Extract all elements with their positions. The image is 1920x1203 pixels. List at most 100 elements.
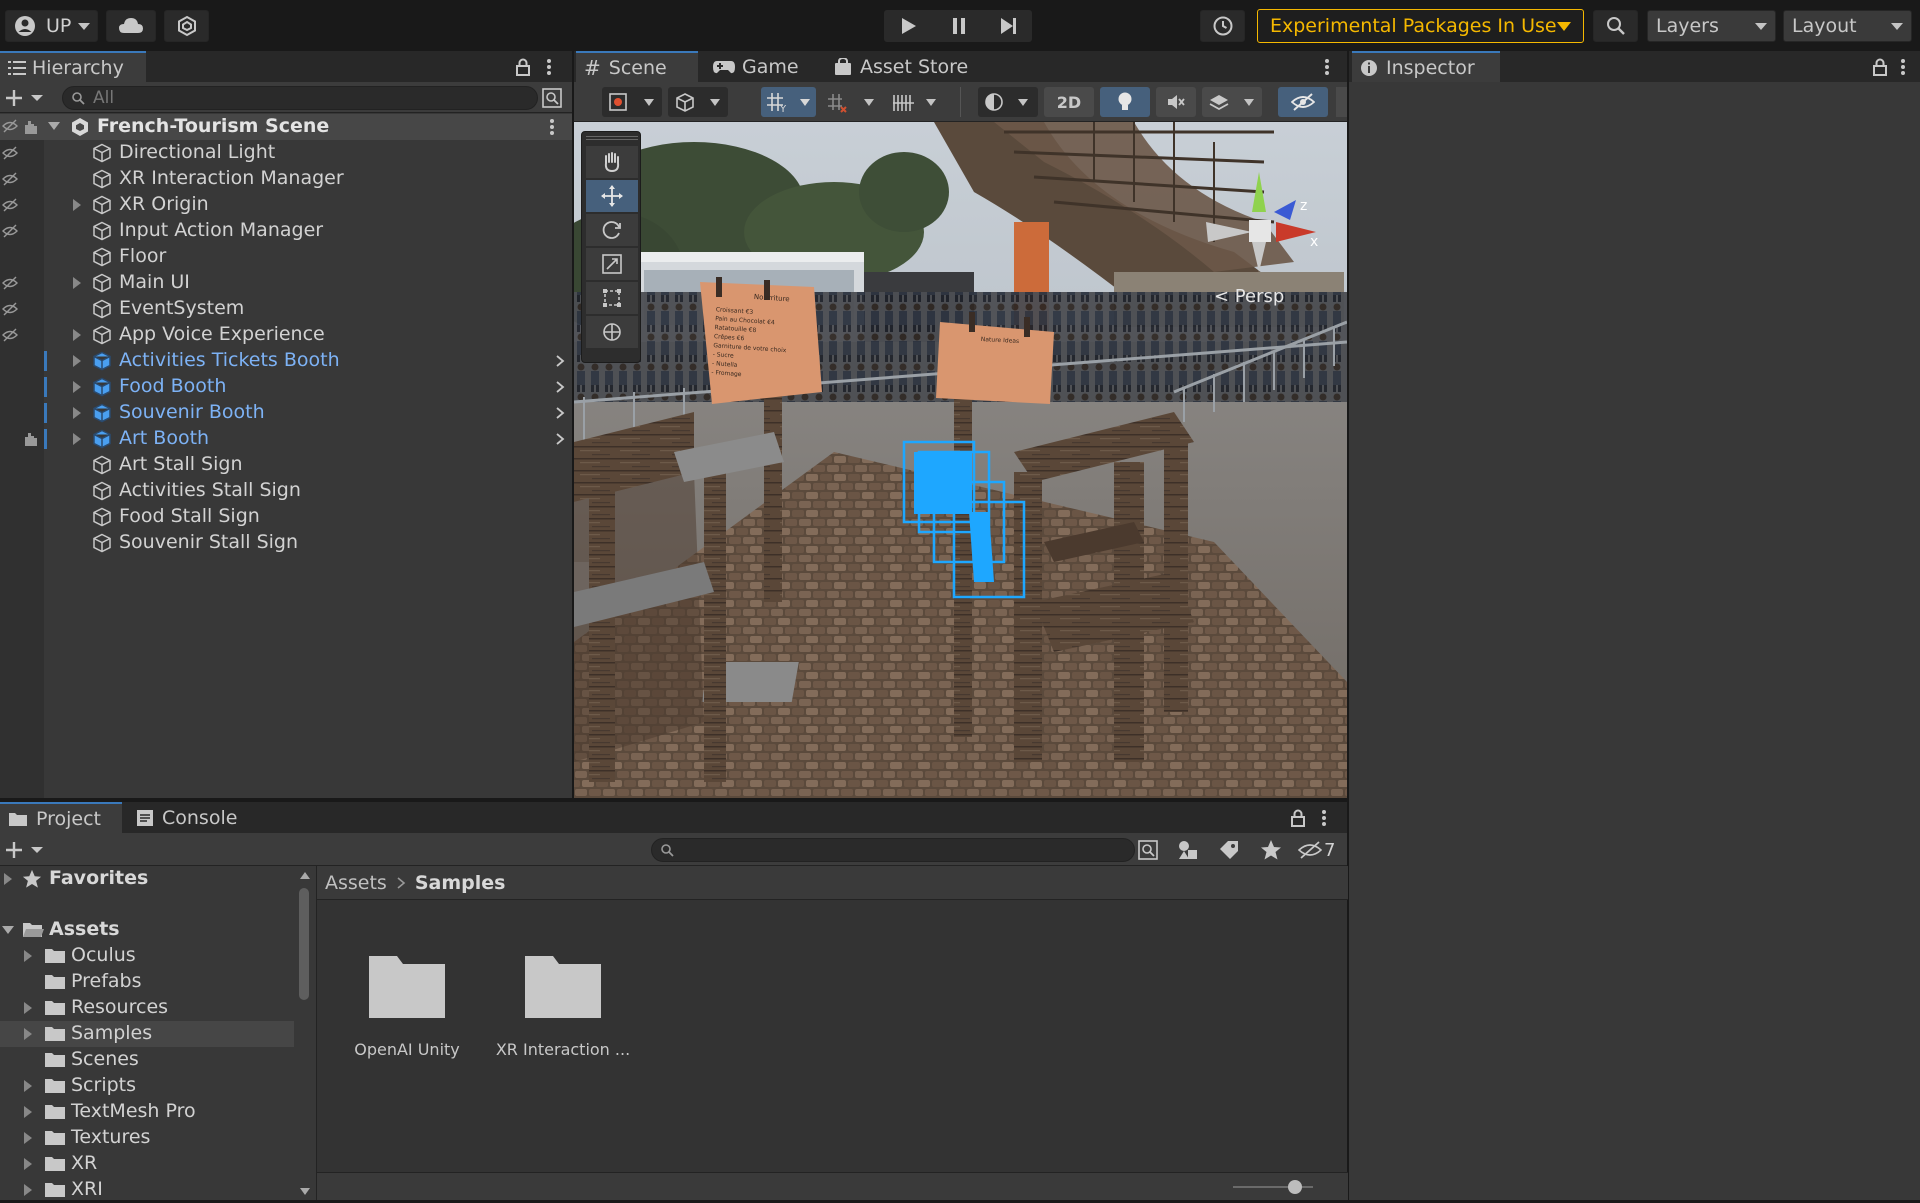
hierarchy-item[interactable]: App Voice Experience xyxy=(0,322,572,348)
more-menu-icon[interactable] xyxy=(546,58,552,76)
lock-icon[interactable] xyxy=(1290,809,1306,827)
expand-arrow-icon[interactable] xyxy=(24,1028,32,1040)
expand-arrow-icon[interactable] xyxy=(73,407,81,419)
scene-row[interactable]: French-Tourism Scene xyxy=(0,114,572,140)
hierarchy-item[interactable]: Main UI xyxy=(0,270,572,296)
scene-visibility-toggle[interactable] xyxy=(1278,87,1328,117)
search-window-icon[interactable] xyxy=(1138,840,1158,860)
scroll-down-arrow-icon[interactable] xyxy=(300,1188,310,1195)
perspective-label[interactable]: < Persp xyxy=(1214,286,1284,307)
assets-row[interactable]: Assets xyxy=(0,917,294,943)
2d-mode-toggle[interactable]: 2D xyxy=(1044,87,1094,117)
folder-tree-item[interactable]: Textures xyxy=(0,1125,294,1151)
expand-arrow-icon[interactable] xyxy=(24,950,32,962)
folder-tree-item[interactable]: Samples xyxy=(0,1021,294,1047)
draw-mode-dropdown[interactable] xyxy=(602,87,662,117)
rotate-tool-button[interactable] xyxy=(586,214,638,246)
scrollbar-thumb[interactable] xyxy=(299,888,309,1000)
expand-arrow-icon[interactable] xyxy=(24,1080,32,1092)
folder-tree-item[interactable]: Scripts xyxy=(0,1073,294,1099)
more-menu-icon[interactable] xyxy=(1900,58,1906,76)
hand-tool-button[interactable] xyxy=(586,146,638,178)
experimental-packages-button[interactable]: Experimental Packages In Use xyxy=(1257,9,1584,43)
hidden-eye-icon[interactable] xyxy=(2,302,18,316)
scroll-up-arrow-icon[interactable] xyxy=(300,872,310,879)
folder-tree-item[interactable]: XR xyxy=(0,1151,294,1177)
hierarchy-item[interactable]: Food Stall Sign xyxy=(0,504,572,530)
collapse-arrow-icon[interactable] xyxy=(2,926,14,934)
hierarchy-item[interactable]: Activities Tickets Booth xyxy=(0,348,572,374)
folder-tree-item[interactable]: Prefabs xyxy=(0,969,294,995)
more-menu-icon[interactable] xyxy=(1324,58,1330,76)
layers-dropdown[interactable]: Layers xyxy=(1647,10,1776,42)
lock-icon[interactable] xyxy=(515,58,531,76)
hierarchy-item[interactable]: Food Booth xyxy=(0,374,572,400)
step-button[interactable] xyxy=(985,11,1033,41)
tab-inspector[interactable]: Inspector xyxy=(1352,51,1500,82)
favorite-star-icon[interactable] xyxy=(1260,839,1282,861)
expand-arrow-icon[interactable] xyxy=(73,329,81,341)
pick-hand-icon[interactable] xyxy=(22,119,40,135)
hidden-eye-icon[interactable] xyxy=(2,276,18,290)
ruler-snap-icon[interactable] xyxy=(892,92,916,114)
hierarchy-item[interactable]: Directional Light xyxy=(0,140,572,166)
scene-more-icon[interactable] xyxy=(549,118,555,136)
filter-by-type-icon[interactable] xyxy=(1177,839,1199,861)
hierarchy-item[interactable]: EventSystem xyxy=(0,296,572,322)
hidden-packages-toggle[interactable]: 7 xyxy=(1298,838,1344,862)
scale-tool-button[interactable] xyxy=(586,248,638,280)
expand-arrow-icon[interactable] xyxy=(73,381,81,393)
chevron-right-icon[interactable] xyxy=(554,380,566,394)
expand-arrow-icon[interactable] xyxy=(24,1106,32,1118)
more-menu-icon[interactable] xyxy=(1321,809,1327,827)
hierarchy-item[interactable]: Art Stall Sign xyxy=(0,452,572,478)
hierarchy-item[interactable]: Art Booth xyxy=(0,426,572,452)
tab-console[interactable]: Console xyxy=(128,802,258,833)
tab-asset-store[interactable]: Asset Store xyxy=(826,51,976,82)
search-window-icon[interactable] xyxy=(542,88,562,108)
effects-dropdown[interactable] xyxy=(1202,87,1262,117)
audio-toggle[interactable] xyxy=(1156,87,1196,117)
scene-viewport[interactable]: z x < Persp Nourriture Croissant €3 Pain … xyxy=(574,122,1347,798)
hidden-eye-icon[interactable] xyxy=(2,146,18,160)
tab-game[interactable]: Game xyxy=(704,51,814,82)
breadcrumb-assets[interactable]: Assets xyxy=(325,872,387,894)
project-create-dropdown[interactable] xyxy=(5,840,45,860)
folder-tree-item[interactable]: XRI xyxy=(0,1177,294,1203)
rect-tool-button[interactable] xyxy=(586,282,638,314)
pick-hand-icon[interactable] xyxy=(22,431,40,447)
hidden-eye-icon[interactable] xyxy=(2,119,18,133)
tab-project[interactable]: Project xyxy=(0,802,122,833)
favorites-row[interactable]: Favorites xyxy=(0,866,294,892)
search-button[interactable] xyxy=(1593,10,1638,42)
lock-icon[interactable] xyxy=(1872,58,1888,76)
grid-options-dropdown[interactable] xyxy=(794,87,816,117)
cloud-button[interactable] xyxy=(106,10,156,42)
expand-arrow-icon[interactable] xyxy=(73,199,81,211)
chevron-down-icon[interactable] xyxy=(926,99,936,106)
expand-arrow-icon[interactable] xyxy=(73,355,81,367)
breadcrumb-samples[interactable]: Samples xyxy=(415,872,506,894)
lighting-toggle[interactable] xyxy=(1100,87,1150,117)
hidden-eye-icon[interactable] xyxy=(2,328,18,342)
expand-arrow-icon[interactable] xyxy=(4,873,12,885)
grid-snapping-toggle[interactable]: Y xyxy=(761,87,794,117)
hidden-eye-icon[interactable] xyxy=(2,172,18,186)
palette-handle[interactable] xyxy=(586,136,638,140)
collab-button[interactable] xyxy=(164,10,209,42)
hierarchy-item[interactable]: XR Origin xyxy=(0,192,572,218)
undo-history-button[interactable] xyxy=(1200,10,1245,42)
folder-tree-item[interactable]: Oculus xyxy=(0,943,294,969)
chevron-down-icon[interactable] xyxy=(864,99,874,106)
layout-dropdown[interactable]: Layout xyxy=(1783,10,1912,42)
hierarchy-search-input[interactable]: All xyxy=(62,86,538,110)
asset-grid-item[interactable]: XR Interaction ... xyxy=(493,940,633,1090)
account-dropdown[interactable]: UP xyxy=(5,10,98,42)
hierarchy-item[interactable]: Floor xyxy=(0,244,572,270)
zoom-slider-thumb[interactable] xyxy=(1288,1180,1303,1194)
transform-tool-button[interactable] xyxy=(586,316,638,348)
chevron-right-icon[interactable] xyxy=(554,406,566,420)
create-dropdown[interactable] xyxy=(5,88,45,108)
collapse-arrow-icon[interactable] xyxy=(48,122,60,130)
expand-arrow-icon[interactable] xyxy=(24,1158,32,1170)
